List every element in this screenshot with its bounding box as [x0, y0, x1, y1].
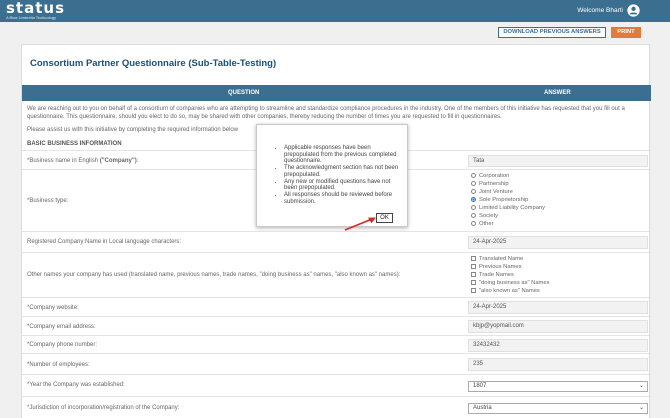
top-bar: status A Blue Umbrella Technology Welcom… [0, 0, 670, 22]
other-names-option[interactable]: "also known as" Names [471, 288, 540, 294]
radio-icon[interactable] [471, 189, 476, 194]
chevron-down-icon: ⌄ [638, 405, 644, 411]
chevron-down-icon: ⌄ [638, 383, 644, 389]
row-email: *Company email address: kbjp@yopmail.com [22, 316, 651, 335]
assist-text: Please assist us with this initiative by… [27, 127, 239, 133]
business-name-suffix: ("Company") [99, 158, 137, 164]
local-name-label: Registered Company Name in Local languag… [27, 239, 182, 245]
other-names-option[interactable]: "doing business as" Names [471, 280, 550, 286]
business-type-option[interactable]: Joint Venture [471, 189, 513, 195]
checkbox-icon[interactable] [471, 288, 476, 293]
radio-icon[interactable] [471, 213, 476, 218]
row-local-name: Registered Company Name in Local languag… [22, 231, 651, 252]
checkbox-icon[interactable] [471, 272, 476, 277]
jurisdiction-select[interactable]: Austria ⌄ [468, 403, 648, 414]
red-arrow-annotation-icon [344, 217, 376, 231]
checkbox-icon[interactable] [471, 280, 476, 285]
checkbox-icon[interactable] [471, 264, 476, 269]
table-header: QUESTION ANSWER [22, 85, 651, 101]
logo[interactable]: status A Blue Umbrella Technology [6, 1, 65, 20]
column-header-question: QUESTION [228, 90, 260, 96]
notice-item: The acknowledgment section has not been … [284, 165, 402, 178]
business-type-option-selected[interactable]: Sole Proprietorship [471, 197, 528, 203]
year-established-select[interactable]: 1807 ⌄ [468, 381, 648, 392]
radio-icon[interactable] [471, 181, 476, 186]
other-names-option[interactable]: Trade Names [471, 272, 514, 278]
business-name-label: *Business name in English ("Company"): [27, 158, 139, 164]
business-type-option[interactable]: Partnership [471, 181, 509, 187]
website-label: *Company website: [27, 305, 79, 311]
business-type-label: *Business type: [27, 198, 69, 204]
print-button[interactable]: PRINT [611, 27, 641, 38]
local-name-input[interactable]: 24-Apr-2025 [468, 236, 648, 249]
questionnaire-card: Consortium Partner Questionnaire (Sub-Ta… [21, 44, 651, 418]
page-title: Consortium Partner Questionnaire (Sub-Ta… [30, 58, 277, 69]
jurisdiction-value: Austria [473, 405, 492, 411]
notice-list: Applicable responses have been prepopula… [274, 145, 402, 205]
email-label: *Company email address: [27, 324, 96, 330]
website-input[interactable]: 24-Apr-2025 [468, 301, 648, 314]
email-input[interactable]: kbjp@yopmail.com [468, 320, 648, 333]
other-names-option[interactable]: Previous Names [471, 264, 522, 270]
notice-item: Any new or modified questions have not b… [284, 179, 402, 192]
radio-icon[interactable] [471, 173, 476, 178]
business-name-input[interactable]: Tata [468, 155, 648, 167]
row-phone: *Company phone number: 32432432 [22, 335, 651, 353]
row-year-established: *Year the Company was established: 1807 … [22, 374, 651, 396]
employees-input[interactable]: 235 [468, 358, 648, 371]
other-names-option[interactable]: Translated Name [471, 256, 523, 262]
business-type-option[interactable]: Society [471, 213, 498, 219]
welcome-text: Welcome Bharti [577, 7, 623, 14]
year-established-value: 1807 [473, 383, 487, 389]
business-type-option[interactable]: Corporation [471, 173, 509, 179]
year-established-label: *Year the Company was established: [27, 382, 125, 388]
row-jurisdiction: *Jurisdiction of incorporation/registrat… [22, 396, 651, 418]
notice-item: Applicable responses have been prepopula… [284, 145, 402, 165]
ok-button[interactable]: OK [376, 213, 393, 223]
checkbox-icon[interactable] [471, 256, 476, 261]
download-previous-answers-button[interactable]: DOWNLOAD PREVIOUS ANSWERS [498, 27, 606, 38]
user-avatar-icon[interactable] [627, 4, 640, 17]
radio-icon[interactable] [471, 221, 476, 226]
column-header-answer: ANSWER [544, 90, 571, 96]
row-employees: *Number of employees: 235 [22, 353, 651, 374]
phone-input[interactable]: 32432432 [468, 339, 648, 352]
employees-label: *Number of employees: [27, 362, 90, 368]
section-heading: BASIC BUSINESS INFORMATION [27, 141, 122, 147]
jurisdiction-label: *Jurisdiction of incorporation/registrat… [27, 405, 180, 411]
radio-icon[interactable] [471, 205, 476, 210]
business-type-option[interactable]: Other [471, 221, 494, 227]
prepopulated-notice-dialog: Applicable responses have been prepopula… [256, 124, 408, 227]
radio-checked-icon[interactable] [471, 197, 476, 202]
logo-text: status [6, 0, 65, 17]
row-website: *Company website: 24-Apr-2025 [22, 297, 651, 316]
business-type-option[interactable]: Limited Liability Company [471, 205, 545, 211]
row-other-names: Other names your company has used (trans… [22, 252, 651, 297]
notice-item: All responses should be reviewed before … [284, 192, 402, 205]
intro-text: We are reaching out to you on behalf of … [27, 106, 625, 120]
phone-label: *Company phone number: [27, 342, 98, 348]
other-names-label: Other names your company has used (trans… [27, 272, 401, 278]
